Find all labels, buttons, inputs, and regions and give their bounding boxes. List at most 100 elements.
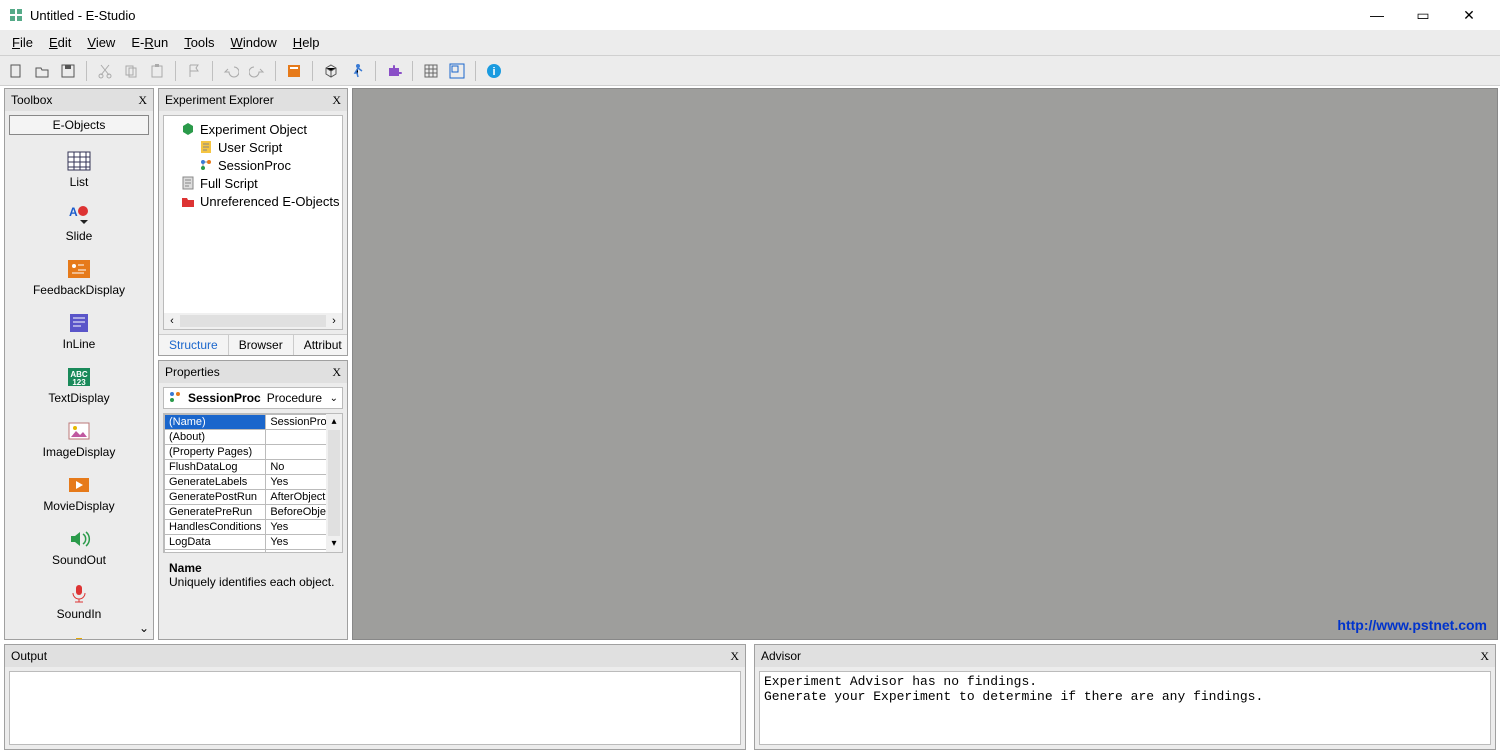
undo-button[interactable] <box>219 59 243 83</box>
info-icon[interactable]: i <box>482 59 506 83</box>
flag-button[interactable] <box>182 59 206 83</box>
toolbox-dropdown-icon[interactable]: ⌄ <box>139 621 149 635</box>
folder-red-icon <box>180 193 196 209</box>
advisor-title: Advisor <box>761 649 801 663</box>
tree-node-fullscript[interactable]: Full Script <box>180 174 340 192</box>
explorer-hscroll[interactable]: ‹› <box>164 313 342 329</box>
paste-button[interactable] <box>145 59 169 83</box>
prop-row: (About) <box>165 430 344 445</box>
properties-vscroll[interactable]: ▴▾ <box>326 414 342 552</box>
menu-edit[interactable]: Edit <box>41 32 79 53</box>
menu-view[interactable]: View <box>79 32 123 53</box>
toolbox-item-soundin[interactable]: SoundIn <box>5 575 153 629</box>
output-body <box>9 671 741 745</box>
prop-row: HandlesConditionsYes <box>165 520 344 535</box>
explorer-close-icon[interactable]: X <box>332 93 341 108</box>
properties-title: Properties <box>165 365 220 379</box>
open-button[interactable] <box>30 59 54 83</box>
prop-row: LogDataYes <box>165 535 344 550</box>
explorer-tab-attributes[interactable]: Attribut <box>294 335 353 355</box>
toolbox-title: Toolbox <box>11 93 52 107</box>
toolbox-item-feedbackdisplay[interactable]: FeedbackDisplay <box>5 251 153 305</box>
menu-bar: File Edit View E-Run Tools Window Help <box>0 30 1500 56</box>
redo-button[interactable] <box>245 59 269 83</box>
menu-file[interactable]: File <box>4 32 41 53</box>
window-title: Untitled - E-Studio <box>30 8 136 23</box>
properties-object-selector[interactable]: SessionProc Procedure ⌄ <box>163 387 343 409</box>
copy-button[interactable] <box>119 59 143 83</box>
advisor-panel: Advisor X Experiment Advisor has no find… <box>754 644 1496 750</box>
proc-icon <box>198 157 214 173</box>
property-description: Name Uniquely identifies each object. <box>163 557 343 593</box>
toolbox-tab-eobjects[interactable]: E-Objects <box>9 115 149 135</box>
tree-node-unref[interactable]: Unreferenced E-Objects <box>180 192 340 210</box>
explorer-title: Experiment Explorer <box>165 93 274 107</box>
soundin-icon <box>63 579 95 607</box>
wait-icon <box>63 633 95 639</box>
menu-erun[interactable]: E-Run <box>123 32 176 53</box>
fullscript-icon <box>180 175 196 191</box>
cube-green-icon <box>180 121 196 137</box>
tree-node-experiment[interactable]: Experiment Object <box>180 120 340 138</box>
proc-icon <box>168 390 184 406</box>
textdisplay-icon: ABC123 <box>63 363 95 391</box>
toolbox-close-icon[interactable]: X <box>138 93 147 108</box>
svg-text:123: 123 <box>72 378 86 387</box>
pstnet-link[interactable]: http://www.pstnet.com <box>1337 617 1487 633</box>
toolbox-item-list[interactable]: List <box>5 143 153 197</box>
close-button[interactable]: ✕ <box>1446 0 1492 30</box>
design-canvas: http://www.pstnet.com <box>352 88 1498 640</box>
advisor-body: Experiment Advisor has no findings. Gene… <box>759 671 1491 745</box>
maximize-button[interactable]: ▭ <box>1400 0 1446 30</box>
tree-node-userscript[interactable]: User Script <box>198 138 340 156</box>
output-title: Output <box>11 649 47 663</box>
toolbox-item-slide[interactable]: A Slide <box>5 197 153 251</box>
prop-row: GeneratePreRunBeforeObjectRun <box>165 505 344 520</box>
menu-window[interactable]: Window <box>223 32 285 53</box>
puzzle-icon[interactable] <box>382 59 406 83</box>
orange-box-icon[interactable] <box>282 59 306 83</box>
app-icon <box>8 7 24 23</box>
toolbox-item-soundout[interactable]: SoundOut <box>5 521 153 575</box>
prop-row: (Property Pages) <box>165 445 344 460</box>
toolbox-item-wait[interactable]: Wait <box>5 629 153 639</box>
moviedisplay-icon <box>63 471 95 499</box>
save-button[interactable] <box>56 59 80 83</box>
output-panel: Output X <box>4 644 746 750</box>
toolbox-item-imagedisplay[interactable]: ImageDisplay <box>5 413 153 467</box>
minimize-button[interactable]: — <box>1354 0 1400 30</box>
run-man-icon[interactable] <box>345 59 369 83</box>
toolbox-item-moviedisplay[interactable]: MovieDisplay <box>5 467 153 521</box>
cube-icon[interactable] <box>319 59 343 83</box>
title-bar: Untitled - E-Studio — ▭ ✕ <box>0 0 1500 30</box>
properties-panel: Properties X SessionProc Procedure ⌄ (Na… <box>158 360 348 640</box>
toolbox-item-inline[interactable]: InLine <box>5 305 153 359</box>
prop-row: GenerateLabelsYes <box>165 475 344 490</box>
feedback-icon <box>63 255 95 283</box>
layout-icon[interactable] <box>445 59 469 83</box>
prop-row: FlushDataLogNo <box>165 460 344 475</box>
advisor-close-icon[interactable]: X <box>1480 649 1489 664</box>
explorer-tab-browser[interactable]: Browser <box>229 335 294 355</box>
chevron-down-icon[interactable]: ⌄ <box>330 393 338 404</box>
svg-text:A: A <box>69 205 78 219</box>
list-icon <box>63 147 95 175</box>
imagedisplay-icon <box>63 417 95 445</box>
toolbox-panel: Toolbox X E-Objects List A Slide Feedbac… <box>4 88 154 640</box>
new-button[interactable] <box>4 59 28 83</box>
explorer-tab-structure[interactable]: Structure <box>159 335 229 355</box>
output-close-icon[interactable]: X <box>730 649 739 664</box>
svg-text:i: i <box>492 66 495 78</box>
explorer-tree: Experiment Object User Script SessionPro… <box>163 115 343 330</box>
toolbox-item-textdisplay[interactable]: ABC123 TextDisplay <box>5 359 153 413</box>
cut-button[interactable] <box>93 59 117 83</box>
properties-grid[interactable]: (Name)SessionProc (About) (Property Page… <box>164 414 343 553</box>
menu-tools[interactable]: Tools <box>176 32 222 53</box>
tree-node-sessionproc[interactable]: SessionProc <box>198 156 340 174</box>
prop-row: GeneratePostRunAfterObjectRun <box>165 490 344 505</box>
properties-close-icon[interactable]: X <box>332 365 341 380</box>
menu-help[interactable]: Help <box>285 32 328 53</box>
grid-icon[interactable] <box>419 59 443 83</box>
soundout-icon <box>63 525 95 553</box>
script-icon <box>198 139 214 155</box>
